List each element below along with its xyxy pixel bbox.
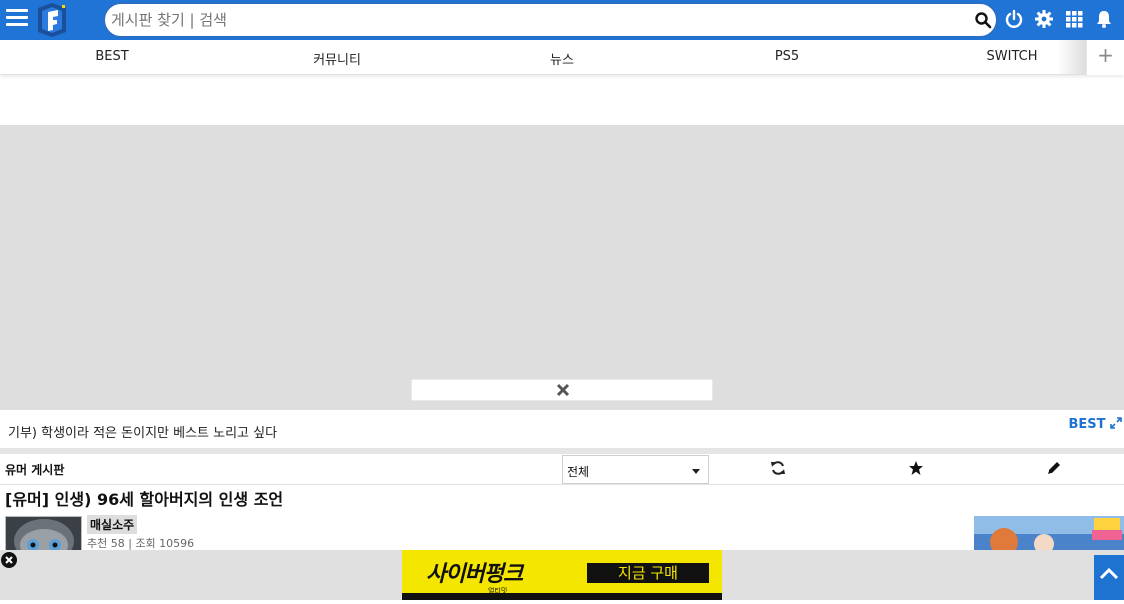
close-icon	[5, 556, 13, 564]
filter-select[interactable]: 전체	[562, 455, 709, 484]
best-notice-row[interactable]: 기부) 학생이라 적은 돈이지만 베스트 노리고 싶다 BEST	[0, 410, 1124, 448]
scroll-to-top-button[interactable]	[1094, 555, 1124, 600]
expand-icon	[1110, 417, 1122, 429]
gear-icon[interactable]	[1033, 8, 1055, 30]
star-icon[interactable]	[908, 460, 924, 476]
close-icon[interactable]	[556, 383, 570, 397]
side-banner-image[interactable]	[974, 516, 1124, 550]
ad-placeholder	[0, 125, 1124, 410]
side-banner-art	[974, 516, 1124, 550]
buy-now-button[interactable]: 지금 구매	[587, 563, 709, 583]
tab-ps5[interactable]: PS5	[727, 49, 847, 64]
post-stats: 추천 58 | 조회 10596	[87, 537, 195, 550]
board-toolbar: 유머 게시판 전체	[0, 454, 1124, 485]
tab-switch[interactable]: SWITCH	[952, 49, 1072, 64]
banner-skyline	[402, 593, 722, 600]
author-name[interactable]: 매실소주	[87, 515, 138, 534]
chevron-down-icon	[692, 469, 700, 474]
banner-title: 사이버펑크	[426, 562, 523, 587]
menu-icon[interactable]	[6, 9, 28, 27]
bell-icon[interactable]	[1093, 8, 1115, 30]
post-title[interactable]: [유머] 인생) 96세 할아버지의 인생 조언	[5, 486, 283, 510]
chevron-up-icon	[1099, 567, 1119, 580]
category-tabs: BEST 커뮤니티 뉴스 PS5 SWITCH +	[0, 40, 1124, 75]
tab-best[interactable]: BEST	[52, 49, 172, 64]
best-link[interactable]: BEST	[1068, 417, 1122, 432]
notice-text[interactable]: 기부) 학생이라 적은 돈이지만 베스트 노리고 싶다	[8, 422, 277, 441]
filter-select-value: 전체	[567, 465, 590, 479]
board-name[interactable]: 유머 게시판	[5, 461, 64, 478]
ad-close-button[interactable]	[411, 379, 713, 401]
apps-grid-icon[interactable]	[1063, 8, 1085, 30]
refresh-icon[interactable]	[770, 460, 786, 476]
top-bar	[0, 0, 1124, 40]
power-icon[interactable]	[1003, 8, 1025, 30]
add-tab-button[interactable]: +	[1086, 40, 1124, 75]
search-box[interactable]	[103, 2, 998, 38]
pencil-icon[interactable]	[1046, 460, 1062, 476]
tab-community[interactable]: 커뮤니티	[277, 49, 397, 68]
tab-news[interactable]: 뉴스	[502, 49, 622, 68]
cyberpunk-ad-banner[interactable]: 사이버펑크 얼티밋 지금 구매	[402, 550, 722, 600]
search-input[interactable]	[111, 8, 971, 32]
site-logo[interactable]	[34, 2, 70, 38]
best-link-label: BEST	[1068, 417, 1106, 432]
search-icon[interactable]	[974, 11, 992, 29]
tabs-fade	[1058, 40, 1086, 75]
bottom-ad-close-button[interactable]	[1, 552, 17, 568]
